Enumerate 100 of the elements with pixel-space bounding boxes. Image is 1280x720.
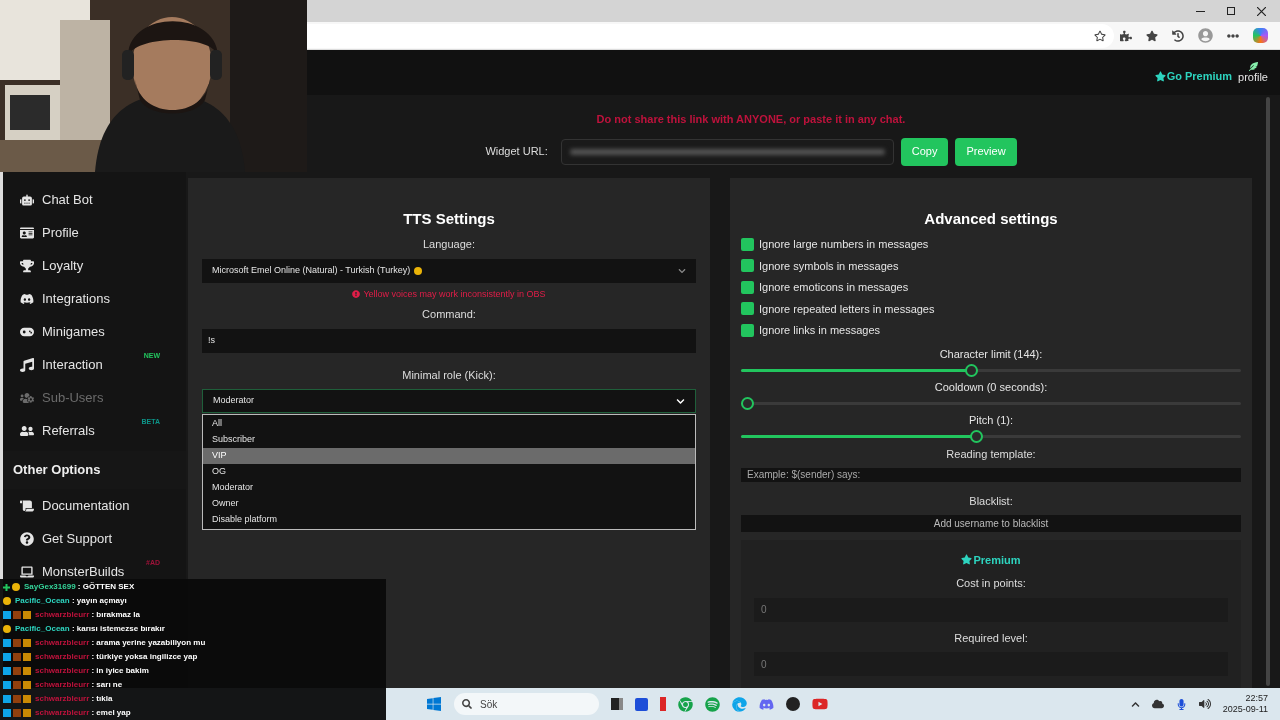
chat-message: schwarzbleurr : bırakmaz la (35, 609, 140, 621)
slider-thumb[interactable] (741, 396, 754, 410)
star-icon (1154, 71, 1166, 82)
chat-message: SayGex31699 : GÖTTEN SEX (24, 581, 135, 593)
checkbox-label: Ignore links in messages (759, 323, 881, 338)
blurred-url-field[interactable] (560, 138, 894, 165)
avatar-icon[interactable] (1198, 28, 1213, 43)
chrome-icon[interactable] (678, 696, 693, 712)
puzzle-piece-icon[interactable] (1120, 29, 1132, 42)
field-label: Language: (422, 237, 476, 252)
slider-label: Pitch (1): (969, 412, 1013, 427)
maximize-icon[interactable] (1227, 7, 1235, 15)
coin-icon (3, 625, 11, 633)
scroll-icon (20, 498, 34, 513)
profile-link[interactable]: profile (1238, 62, 1268, 83)
users-icon (20, 423, 34, 438)
warning-text: Do not share this link with ANYONE, or paste it in any chat. (596, 112, 906, 127)
slider-label: Character limit (144): (939, 346, 1043, 361)
checkbox[interactable] (741, 237, 754, 251)
help-icon (20, 531, 34, 546)
id-card-icon (20, 225, 34, 240)
language-value: Microsoft Emel Online (Natural) - Turkish (Turkey) (212, 263, 411, 277)
microphone-icon[interactable] (1175, 698, 1187, 710)
checkbox-label: Ignore emoticons in messages (759, 280, 909, 295)
sidebar-item[interactable]: Documentation (3, 489, 186, 522)
blacklist-field[interactable]: Add username to blacklist (741, 515, 1241, 532)
sidebar-item[interactable]: Get Support (3, 522, 186, 555)
template-field[interactable]: Example: $(sender) says: (741, 468, 1241, 482)
checkbox[interactable] (741, 259, 754, 273)
dropdown-option[interactable]: All (203, 416, 695, 432)
chat-message: Pacific_Ocean : karısı istemezse bırakır (15, 623, 165, 635)
checkbox[interactable] (741, 280, 754, 294)
premium-title: Premium (754, 551, 1228, 568)
slider-thumb[interactable] (969, 429, 983, 443)
sidebar-item[interactable]: Chat Bot (3, 183, 186, 216)
chat-message: schwarzbleurr : türkiye yoksa ingilizce yap (35, 651, 198, 663)
level-field[interactable]: 0 (754, 652, 1228, 676)
checkbox[interactable] (741, 323, 754, 337)
sidebar-item[interactable]: Loyalty (3, 249, 186, 282)
feather-icon (1248, 62, 1258, 71)
chevron-icon (676, 396, 685, 406)
sidebar-item[interactable]: Minigames (3, 315, 186, 348)
panel-title: Advanced settings (923, 208, 1059, 229)
checkbox[interactable] (741, 302, 754, 316)
dropdown-option[interactable]: Owner (203, 496, 695, 512)
task-view-icon[interactable] (611, 698, 623, 710)
checkbox-label: Ignore repeated letters in messages (759, 301, 935, 317)
dropdown-option[interactable]: Moderator (203, 480, 695, 496)
clock[interactable]: 22:57 2025-09-11 (1222, 693, 1268, 715)
chevron-up-icon[interactable] (1130, 699, 1140, 709)
role-select[interactable]: Moderator (202, 389, 696, 413)
music-note-icon (20, 357, 34, 372)
chat-message: Pacific_Ocean : yayın açmayı (15, 595, 127, 607)
dropdown-option[interactable]: OG (203, 464, 695, 480)
swirl-icon[interactable] (1253, 28, 1268, 43)
youtube-icon[interactable] (812, 696, 828, 712)
cost-field[interactable]: 0 (754, 597, 1228, 622)
discord-icon[interactable] (759, 696, 774, 712)
field-label: Cost in points: (955, 576, 1027, 591)
plus-icon (3, 583, 10, 591)
users-gear-icon (20, 390, 34, 405)
minimize-icon[interactable] (1196, 10, 1205, 12)
spotify-icon[interactable] (705, 696, 720, 712)
slider[interactable] (741, 429, 1241, 443)
command-field[interactable]: !s (202, 328, 696, 353)
field-label: Required level: (953, 630, 1029, 646)
history-icon[interactable] (1172, 29, 1184, 42)
chat-message: schwarzbleurr : in iyice bakim (35, 665, 149, 677)
volume-icon[interactable] (1198, 698, 1211, 710)
store-icon[interactable] (635, 697, 648, 711)
star-icon (961, 554, 973, 566)
favorite-star-icon[interactable] (1094, 29, 1106, 42)
field-label: Blacklist: (968, 493, 1014, 509)
scrollbar[interactable] (1266, 97, 1270, 686)
dropdown-option[interactable]: Disable platform (203, 512, 695, 528)
start-icon[interactable] (426, 696, 442, 712)
sidebar-item[interactable]: Integrations (3, 282, 186, 315)
cloud-icon[interactable] (1151, 698, 1164, 710)
slider[interactable] (741, 363, 1241, 377)
dropdown-option[interactable]: Subscriber (203, 432, 695, 448)
media-app-icon[interactable] (786, 697, 800, 711)
chat-message: schwarzbleurr : sarı ne (35, 679, 123, 691)
star-list-icon[interactable] (1146, 29, 1158, 42)
taskbar-search[interactable]: Sök (454, 693, 599, 715)
language-select[interactable]: Microsoft Emel Online (Natural) - Turkish (Turkey) (202, 258, 696, 283)
go-premium-link[interactable]: Go Premium (1154, 68, 1233, 85)
checkbox-label: Ignore large numbers in messages (759, 237, 929, 252)
slider[interactable] (741, 396, 1241, 410)
chat-message: schwarzbleurr : emel yap (35, 707, 131, 719)
field-label: Minimal role (Kick): (401, 367, 497, 383)
field-label: Command: (421, 307, 477, 322)
dropdown-option[interactable]: VIP (203, 448, 695, 464)
sidebar-item[interactable]: Profile (3, 216, 186, 249)
close-icon[interactable] (1257, 6, 1266, 16)
robot-icon (20, 192, 34, 207)
discord-icon (20, 291, 34, 306)
widget-url-label: Widget URL: (485, 144, 548, 160)
alert-icon (352, 290, 361, 299)
slider-thumb[interactable] (965, 363, 978, 377)
field-label: Reading template: (945, 446, 1037, 462)
